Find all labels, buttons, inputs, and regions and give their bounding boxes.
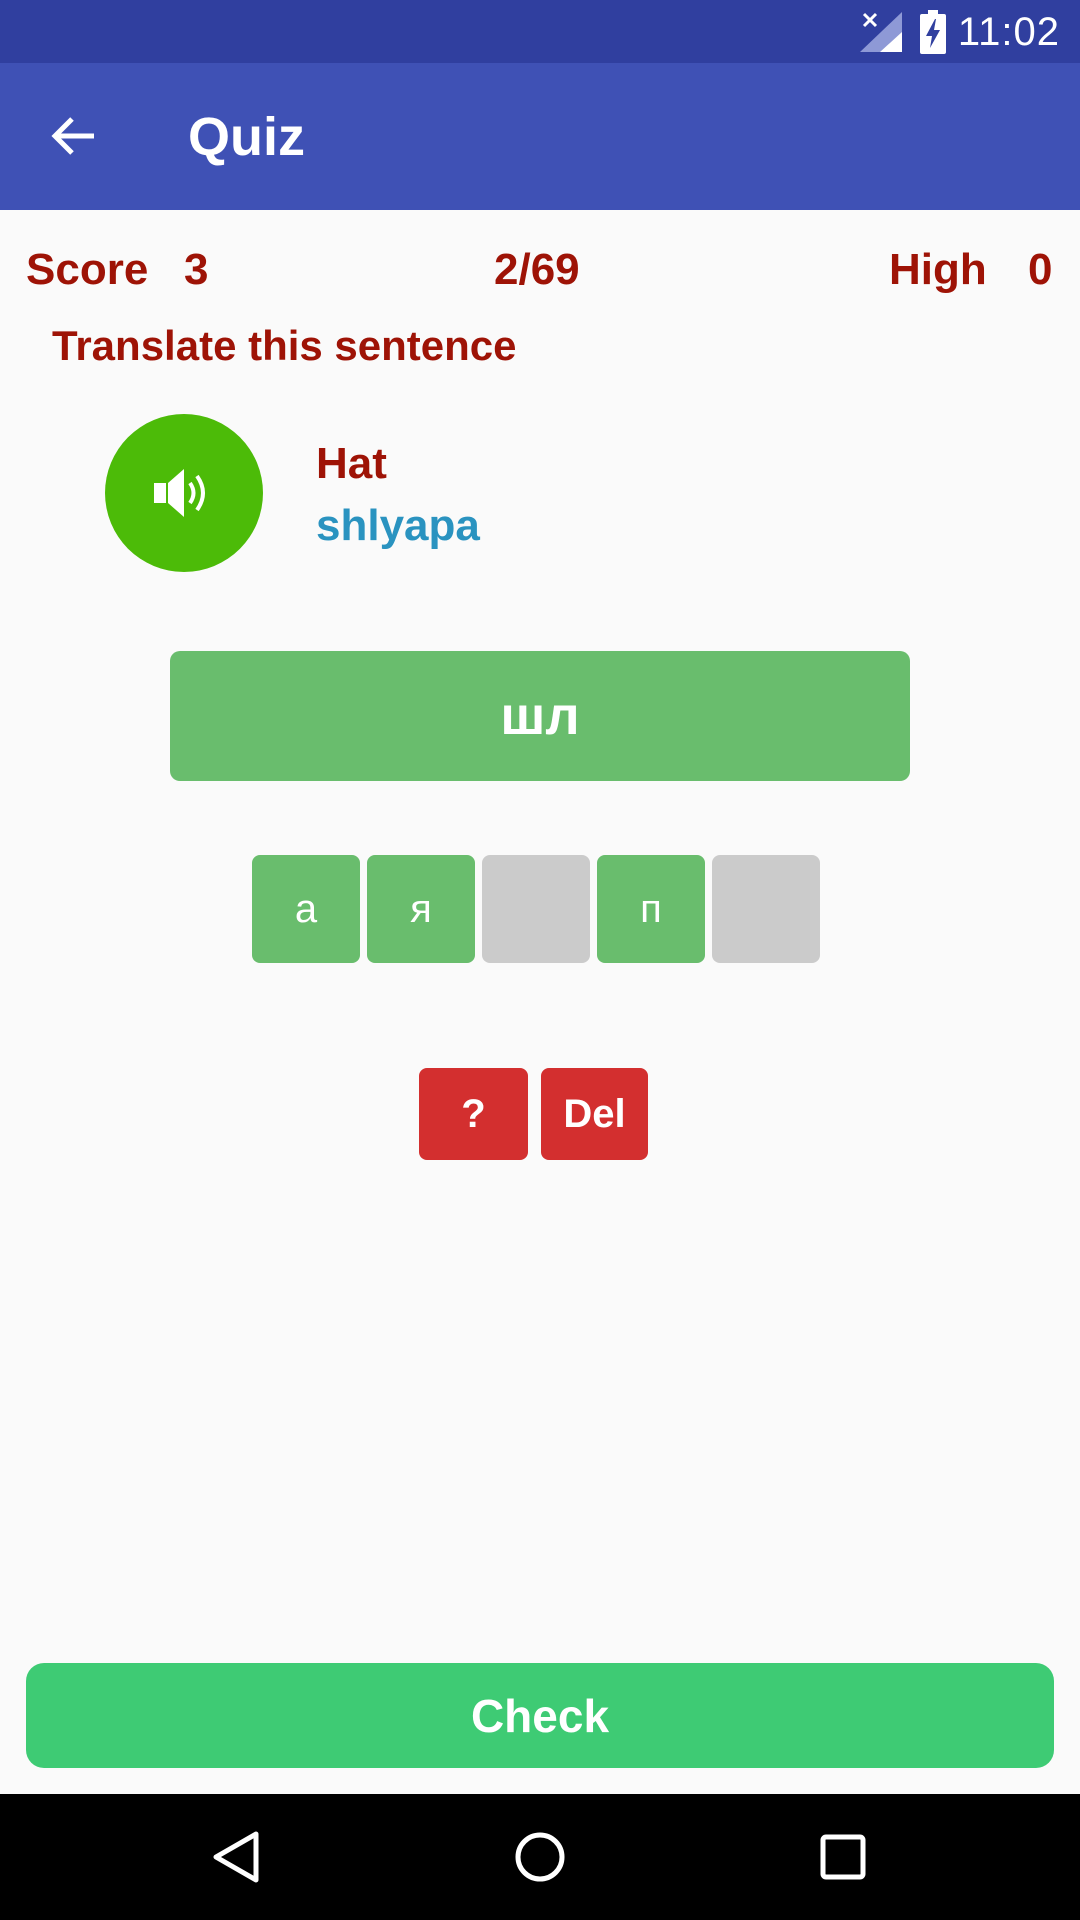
question-progress: 2/69 [494, 245, 580, 294]
navigation-bar [0, 1794, 1080, 1920]
app-bar: Quiz [0, 63, 1080, 210]
nav-back-icon [213, 1831, 259, 1883]
arrow-back-icon [51, 117, 94, 155]
word-transliteration: shlyapa [316, 501, 480, 550]
hint-button[interactable]: ? [419, 1068, 528, 1160]
status-bar: 11:02 [0, 0, 1080, 63]
speaker-volume-icon [154, 469, 205, 517]
high-score-value: 0 [1028, 245, 1053, 294]
high-score-label: High [889, 245, 987, 294]
nav-recents-button[interactable] [810, 1824, 876, 1890]
back-button[interactable] [30, 103, 116, 169]
nav-back-button[interactable] [203, 1824, 269, 1890]
word-english: Hat [316, 439, 387, 488]
nav-home-icon [515, 1832, 565, 1882]
nav-home-button[interactable] [507, 1824, 573, 1890]
delete-button[interactable]: Del [541, 1068, 648, 1160]
letter-tiles: а я п [252, 855, 820, 963]
signal-no-data-icon [860, 12, 902, 52]
score-value: 3 [184, 245, 209, 294]
letter-tile[interactable]: а [252, 855, 360, 963]
play-audio-button[interactable] [105, 414, 263, 572]
letter-tile[interactable] [482, 855, 590, 963]
battery-charging-icon [920, 10, 946, 54]
status-time: 11:02 [957, 10, 1060, 54]
letter-tile[interactable]: я [367, 855, 475, 963]
score-label: Score [26, 245, 149, 294]
letter-tile[interactable] [712, 855, 820, 963]
answer-display: шл [170, 651, 910, 781]
nav-recents-icon [820, 1834, 866, 1880]
page-title: Quiz [188, 107, 305, 167]
instruction-text: Translate this sentence [52, 322, 517, 369]
letter-tile[interactable]: п [597, 855, 705, 963]
quiz-screen: 11:02 Quiz Score 3 2/69 High 0 Translate… [0, 0, 1080, 1920]
check-button[interactable]: Check [26, 1663, 1054, 1768]
